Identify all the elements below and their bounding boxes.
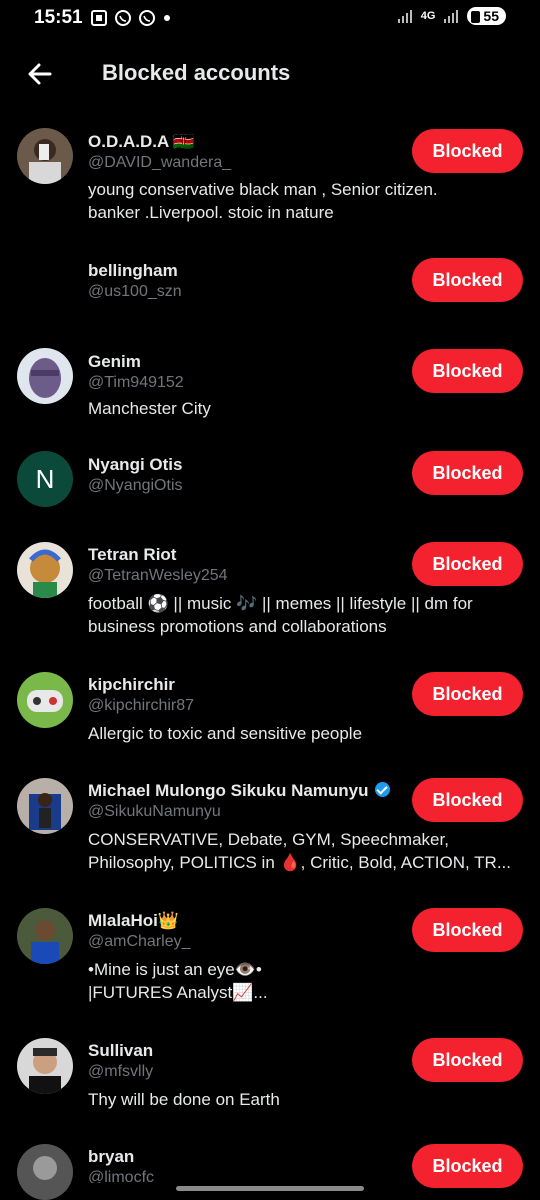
home-indicator[interactable] <box>176 1186 364 1191</box>
blocked-button[interactable]: Blocked <box>412 1144 523 1188</box>
account-row[interactable]: bryan @limocfc Blocked <box>0 0 540 1200</box>
account-name: bryan <box>88 1147 135 1166</box>
account-handle: @limocfc <box>88 1169 155 1183</box>
avatar[interactable] <box>17 1144 73 1200</box>
